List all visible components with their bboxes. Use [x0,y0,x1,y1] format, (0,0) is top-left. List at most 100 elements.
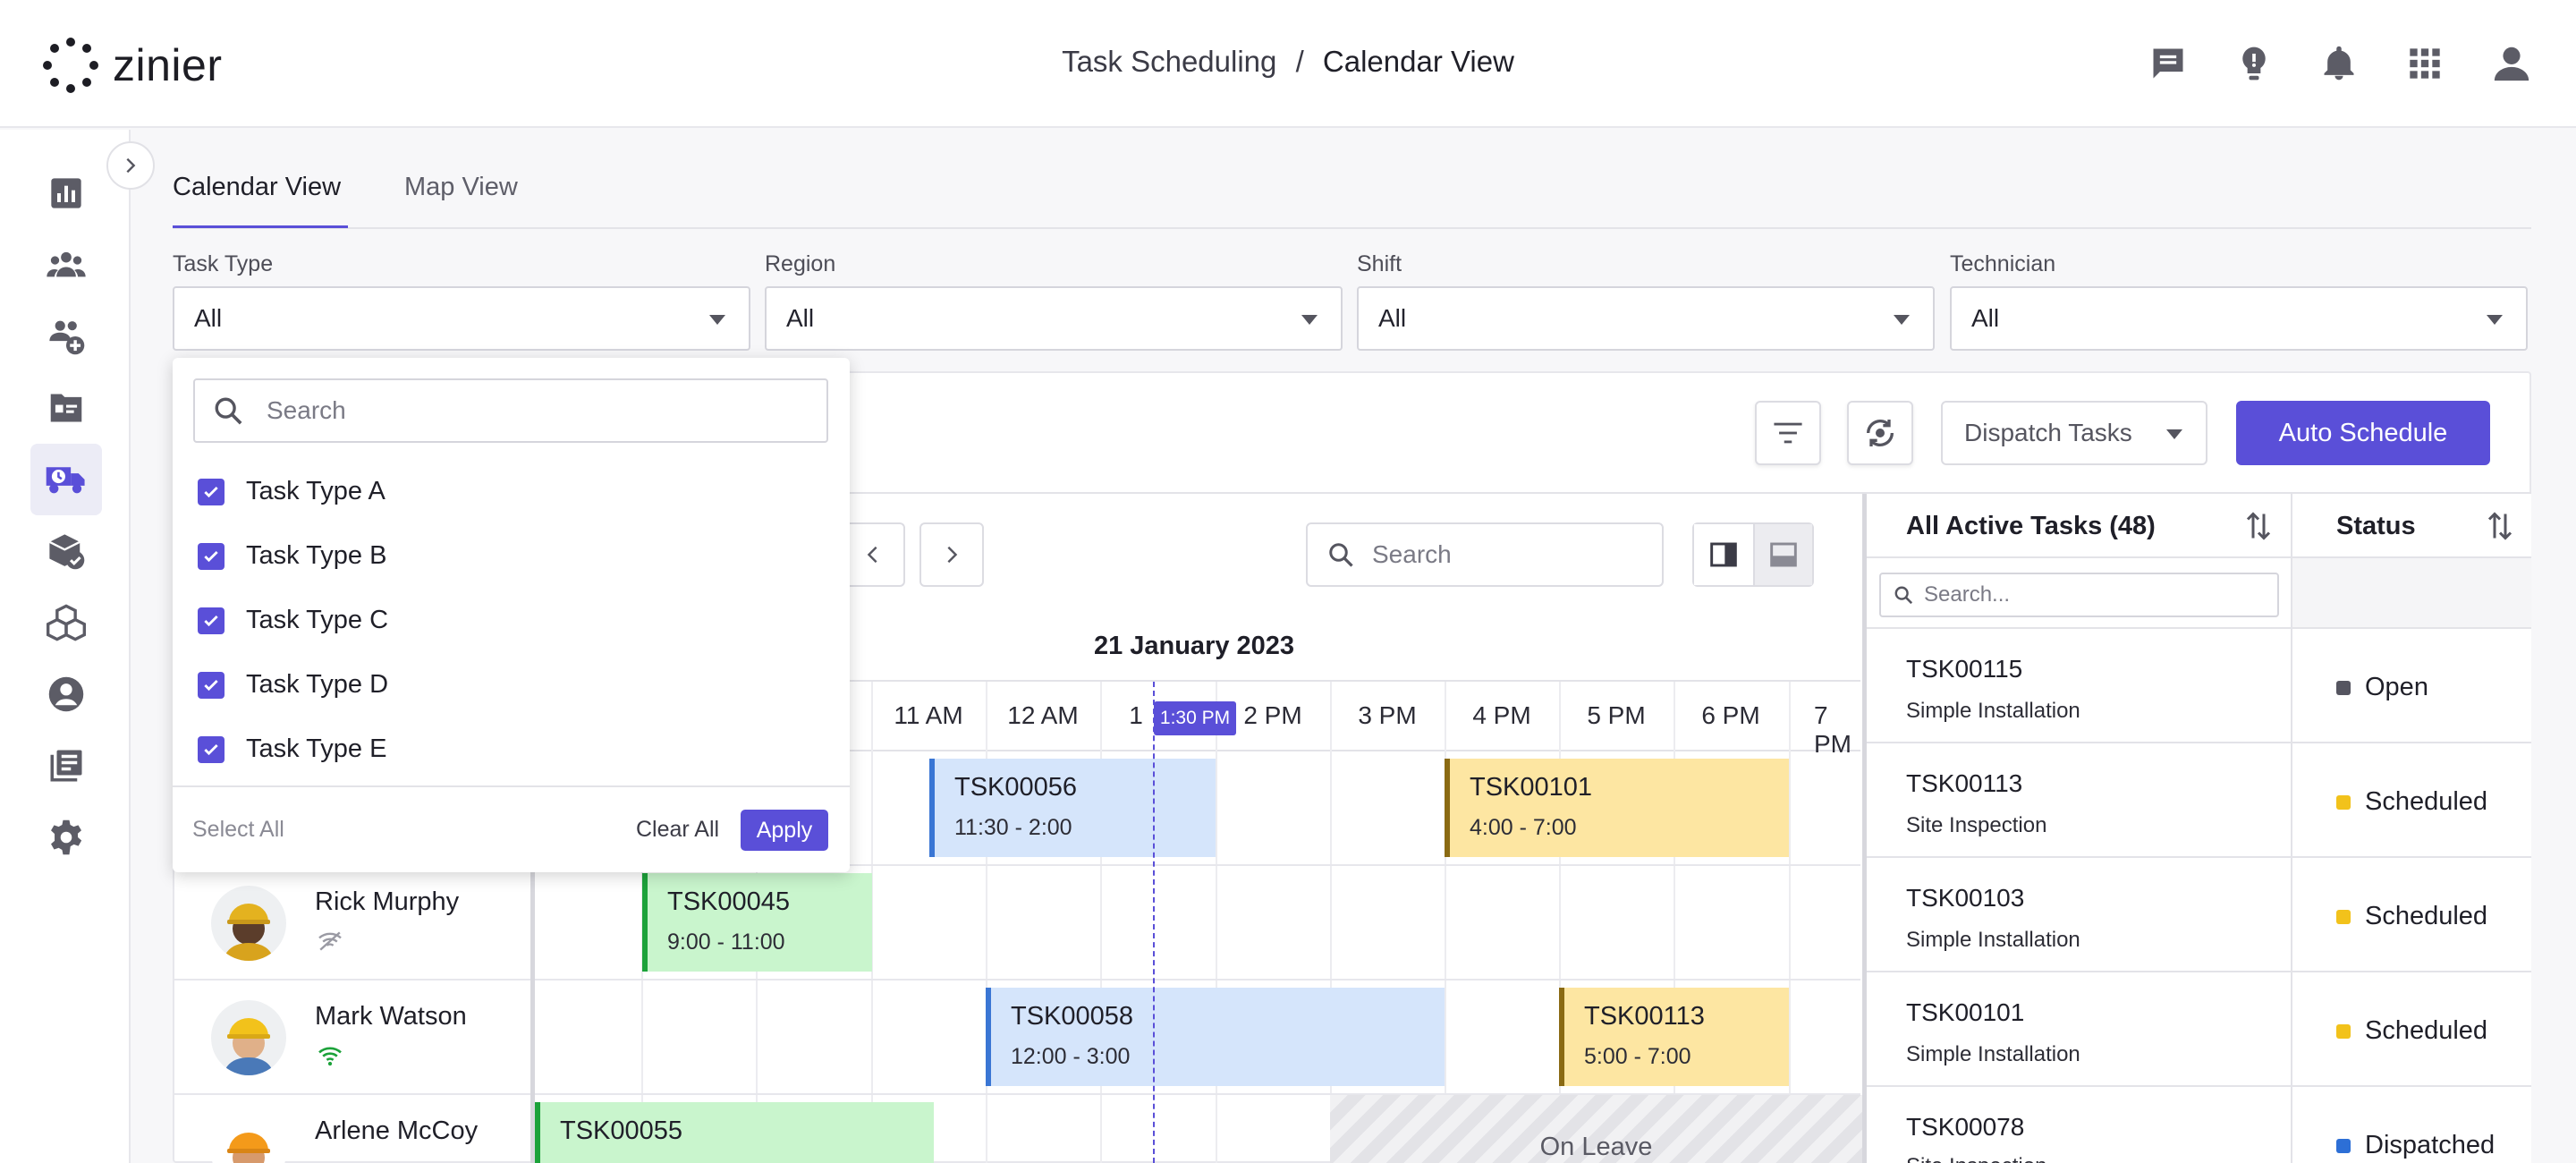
task-block[interactable]: TSK00056 11:30 - 2:00 [929,759,1216,857]
status-badge: Dispatched [2336,1131,2495,1160]
sort-icon[interactable] [2245,510,2272,547]
sidebar-item-id-card[interactable] [30,372,102,444]
breadcrumb-parent[interactable]: Task Scheduling [1062,45,1276,78]
search-icon [1894,586,1913,605]
task-block[interactable]: TSK00045 9:00 - 11:00 [642,873,872,972]
panel-right-icon [1710,542,1737,567]
split-bottom-view-button[interactable] [1753,524,1812,585]
chat-icon[interactable] [2144,39,2192,88]
layout-toggle[interactable] [1692,522,1814,587]
bell-icon[interactable] [2315,39,2363,88]
shift-select[interactable]: All [1357,286,1935,351]
apply-button[interactable]: Apply [741,810,828,851]
grid-line [1674,682,1675,1163]
checkbox-checked-icon[interactable] [198,607,225,634]
task-type-select[interactable]: All [173,286,750,351]
active-task-type: Site Inspection [1906,813,2047,837]
active-tasks-search-input[interactable]: Search... [1879,573,2279,617]
task-type-dropdown: Search Task Type A Task Type B Task Type… [173,358,850,872]
calendar-search-input[interactable]: Search [1306,522,1664,587]
checkbox-checked-icon[interactable] [198,542,225,570]
analytics-icon [51,178,81,208]
checkbox-checked-icon[interactable] [198,478,225,505]
filter-button[interactable] [1755,401,1821,465]
calendar-date: 21 January 2023 [1093,632,1295,660]
sidebar-item-boxes[interactable] [30,587,102,658]
panel-bottom-icon [1770,542,1797,567]
active-task-id[interactable]: TSK00078 [1906,1113,2024,1142]
prev-day-button[interactable] [841,522,905,587]
checkbox-checked-icon[interactable] [198,735,225,763]
status-badge: Scheduled [2336,787,2487,817]
sidebar-item-add-team[interactable] [30,301,102,372]
task-type-label: Task Type [173,251,274,276]
breadcrumb-current: Calendar View [1322,45,1514,78]
signal-off-icon [317,930,343,956]
task-type-option[interactable]: Task Type A [198,477,386,506]
split-right-view-button[interactable] [1694,524,1753,585]
active-task-id[interactable]: TSK00113 [1906,769,2022,798]
task-type-search-input[interactable]: Search [193,378,828,443]
active-task-id[interactable]: TSK00101 [1906,998,2024,1027]
status-dot [2336,909,2351,924]
chevron-down-icon [2487,315,2503,325]
sidebar-item-dispatch[interactable] [30,444,102,515]
search-icon [215,397,242,425]
status-badge: Open [2336,673,2428,702]
status-dot [2336,1023,2351,1039]
apps-grid-icon[interactable] [2401,39,2449,88]
row-divider [1867,971,2531,972]
library-icon [50,750,82,782]
task-block[interactable]: TSK00101 4:00 - 7:00 [1445,759,1789,857]
next-day-button[interactable] [919,522,984,587]
lightbulb-icon[interactable] [2230,39,2278,88]
active-task-id[interactable]: TSK00103 [1906,884,2024,913]
select-all-button[interactable]: Select All [192,817,284,843]
team-icon [47,251,86,277]
signal-on-icon [317,1045,343,1071]
refresh-view-button[interactable] [1847,401,1913,465]
checkbox-checked-icon[interactable] [198,671,225,699]
grid-line [1445,682,1446,1163]
grid-line [986,682,987,1163]
sort-icon[interactable] [2487,510,2513,547]
sidebar-item-account[interactable] [30,658,102,730]
task-block[interactable]: TSK00055 [535,1102,934,1163]
active-task-id[interactable]: TSK00115 [1906,655,2022,683]
active-task-type: Simple Installation [1906,1042,2080,1066]
row-divider [1867,1085,2531,1087]
task-type-option[interactable]: Task Type D [198,670,388,700]
task-block[interactable]: TSK00058 12:00 - 3:00 [986,988,1445,1086]
task-block[interactable]: TSK00113 5:00 - 7:00 [1559,988,1789,1086]
sidebar-collapse-button[interactable] [106,141,155,190]
task-type-option[interactable]: Task Type E [198,734,386,764]
tab-map-view[interactable]: Map View [404,173,518,202]
sidebar-item-analytics[interactable] [30,157,102,229]
technician-name[interactable]: Arlene McCoy [315,1116,478,1146]
technician-name[interactable]: Mark Watson [315,1002,467,1031]
region-value: All [786,304,815,332]
sidebar-item-team[interactable] [30,229,102,301]
clear-all-button[interactable]: Clear All [636,817,719,843]
sidebar-item-settings[interactable] [30,802,102,873]
user-icon[interactable] [2487,39,2536,88]
task-time: 12:00 - 3:00 [1011,1044,1131,1069]
hour-label: 11 AM [894,701,963,729]
add-team-icon [49,320,85,355]
task-type-option[interactable]: Task Type C [198,606,388,635]
hour-label: 4 PM [1472,701,1531,729]
technician-name[interactable]: Rick Murphy [315,887,459,917]
rotate-view-icon [1867,419,1894,447]
sidebar-item-inventory[interactable] [30,515,102,587]
auto-schedule-button[interactable]: Auto Schedule [2236,401,2490,465]
tab-calendar-view[interactable]: Calendar View [173,173,341,202]
task-type-option[interactable]: Task Type B [198,541,386,571]
avatar [211,1000,286,1075]
region-select[interactable]: All [765,286,1343,351]
active-task-type: Simple Installation [1906,928,2080,952]
dispatch-tasks-select[interactable]: Dispatch Tasks [1941,401,2207,465]
sidebar-item-library[interactable] [30,730,102,802]
option-label: Task Type C [246,606,389,634]
task-time: 11:30 - 2:00 [954,815,1072,840]
technician-select[interactable]: All [1950,286,2528,351]
